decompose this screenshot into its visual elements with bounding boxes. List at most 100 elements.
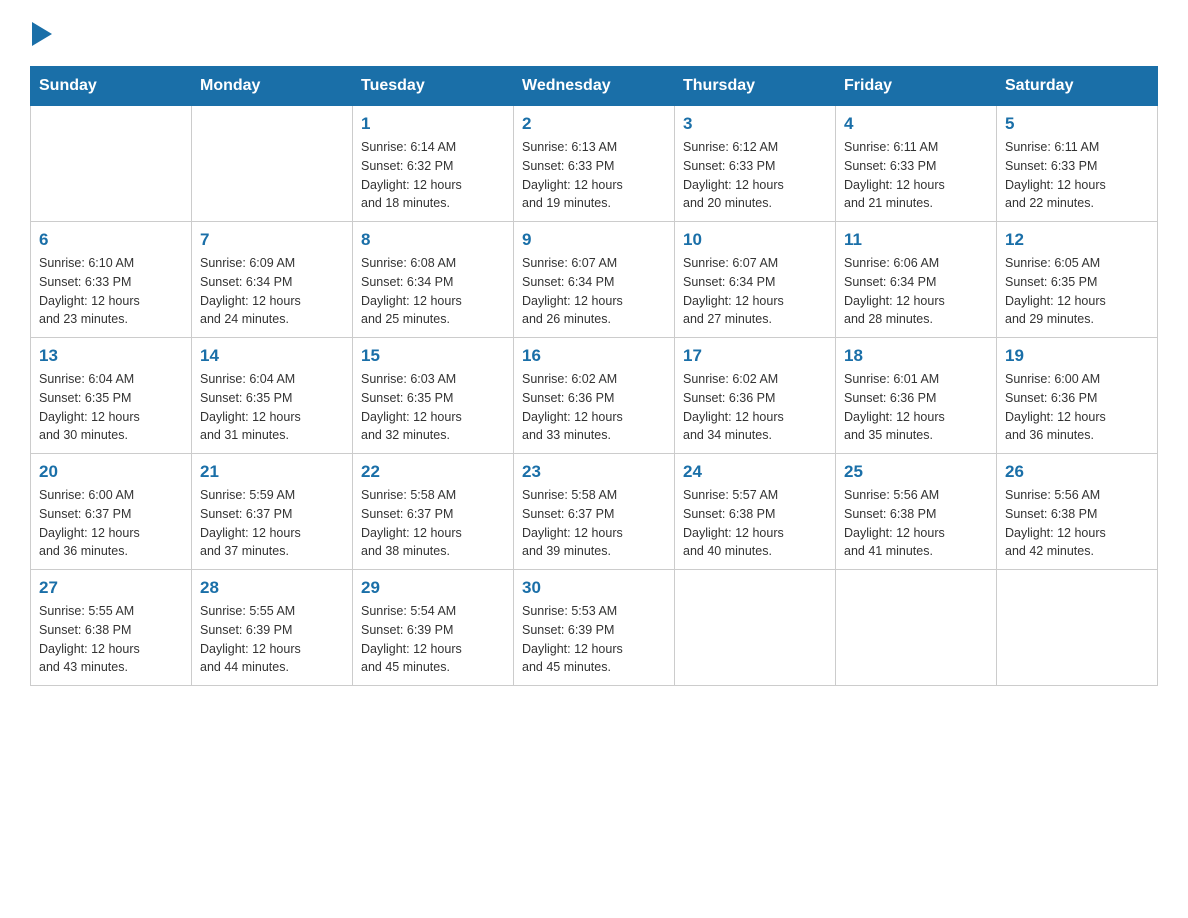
calendar-cell: 6 Sunrise: 6:10 AM Sunset: 6:33 PM Daylig… — [31, 222, 192, 338]
calendar-cell: 30 Sunrise: 5:53 AM Sunset: 6:39 PM Dayli… — [514, 570, 675, 686]
day-number: 14 — [200, 346, 344, 366]
calendar-cell: 14 Sunrise: 6:04 AM Sunset: 6:35 PM Dayli… — [192, 338, 353, 454]
logo-triangle-icon — [32, 22, 52, 46]
column-header-tuesday: Tuesday — [353, 67, 514, 106]
day-info: Sunrise: 6:06 AM Sunset: 6:34 PM Dayligh… — [844, 254, 988, 329]
calendar-week-row: 1Sunrise: 6:14 AM Sunset: 6:32 PM Daylig… — [31, 106, 1158, 222]
calendar-cell: 4 Sunrise: 6:11 AM Sunset: 6:33 PM Daylig… — [836, 106, 997, 222]
calendar-cell: 23 Sunrise: 5:58 AM Sunset: 6:37 PM Dayli… — [514, 454, 675, 570]
day-info: Sunrise: 5:59 AM Sunset: 6:37 PM Dayligh… — [200, 486, 344, 561]
calendar-week-row: 6 Sunrise: 6:10 AM Sunset: 6:33 PM Daylig… — [31, 222, 1158, 338]
day-info: Sunrise: 5:55 AM Sunset: 6:38 PM Dayligh… — [39, 602, 183, 677]
day-number: 13 — [39, 346, 183, 366]
day-info: Sunrise: 6:05 AM Sunset: 6:35 PM Dayligh… — [1005, 254, 1149, 329]
day-info: Sunrise: 6:08 AM Sunset: 6:34 PM Dayligh… — [361, 254, 505, 329]
calendar-cell: 16Sunrise: 6:02 AM Sunset: 6:36 PM Dayli… — [514, 338, 675, 454]
day-info: Sunrise: 6:02 AM Sunset: 6:36 PM Dayligh… — [683, 370, 827, 445]
day-number: 25 — [844, 462, 988, 482]
day-info: Sunrise: 6:13 AM Sunset: 6:33 PM Dayligh… — [522, 138, 666, 213]
calendar-cell: 20 Sunrise: 6:00 AM Sunset: 6:37 PM Dayli… — [31, 454, 192, 570]
calendar-cell: 18 Sunrise: 6:01 AM Sunset: 6:36 PM Dayli… — [836, 338, 997, 454]
day-number: 24 — [683, 462, 827, 482]
day-info: Sunrise: 6:01 AM Sunset: 6:36 PM Dayligh… — [844, 370, 988, 445]
day-info: Sunrise: 6:10 AM Sunset: 6:33 PM Dayligh… — [39, 254, 183, 329]
calendar-cell: 5 Sunrise: 6:11 AM Sunset: 6:33 PM Daylig… — [997, 106, 1158, 222]
day-info: Sunrise: 6:11 AM Sunset: 6:33 PM Dayligh… — [1005, 138, 1149, 213]
calendar-header-row: SundayMondayTuesdayWednesdayThursdayFrid… — [31, 67, 1158, 106]
day-number: 2 — [522, 114, 666, 134]
day-info: Sunrise: 5:56 AM Sunset: 6:38 PM Dayligh… — [844, 486, 988, 561]
calendar-cell: 26 Sunrise: 5:56 AM Sunset: 6:38 PM Dayli… — [997, 454, 1158, 570]
day-info: Sunrise: 5:58 AM Sunset: 6:37 PM Dayligh… — [522, 486, 666, 561]
day-number: 22 — [361, 462, 505, 482]
day-number: 10 — [683, 230, 827, 250]
calendar-cell: 2 Sunrise: 6:13 AM Sunset: 6:33 PM Daylig… — [514, 106, 675, 222]
day-info: Sunrise: 6:11 AM Sunset: 6:33 PM Dayligh… — [844, 138, 988, 213]
day-number: 6 — [39, 230, 183, 250]
day-info: Sunrise: 5:53 AM Sunset: 6:39 PM Dayligh… — [522, 602, 666, 677]
calendar-cell: 10 Sunrise: 6:07 AM Sunset: 6:34 PM Dayli… — [675, 222, 836, 338]
day-info: Sunrise: 6:00 AM Sunset: 6:37 PM Dayligh… — [39, 486, 183, 561]
day-info: Sunrise: 5:56 AM Sunset: 6:38 PM Dayligh… — [1005, 486, 1149, 561]
day-number: 23 — [522, 462, 666, 482]
column-header-saturday: Saturday — [997, 67, 1158, 106]
day-info: Sunrise: 6:09 AM Sunset: 6:34 PM Dayligh… — [200, 254, 344, 329]
day-number: 4 — [844, 114, 988, 134]
calendar-cell — [31, 106, 192, 222]
day-number: 20 — [39, 462, 183, 482]
calendar-cell: 12 Sunrise: 6:05 AM Sunset: 6:35 PM Dayli… — [997, 222, 1158, 338]
calendar-cell: 27 Sunrise: 5:55 AM Sunset: 6:38 PM Dayli… — [31, 570, 192, 686]
day-number: 7 — [200, 230, 344, 250]
calendar-week-row: 13 Sunrise: 6:04 AM Sunset: 6:35 PM Dayli… — [31, 338, 1158, 454]
day-info: Sunrise: 6:00 AM Sunset: 6:36 PM Dayligh… — [1005, 370, 1149, 445]
day-number: 27 — [39, 578, 183, 598]
day-number: 12 — [1005, 230, 1149, 250]
logo — [30, 20, 52, 46]
calendar-cell: 21 Sunrise: 5:59 AM Sunset: 6:37 PM Dayli… — [192, 454, 353, 570]
calendar-cell — [675, 570, 836, 686]
column-header-wednesday: Wednesday — [514, 67, 675, 106]
day-number: 21 — [200, 462, 344, 482]
day-info: Sunrise: 6:07 AM Sunset: 6:34 PM Dayligh… — [683, 254, 827, 329]
calendar-cell — [836, 570, 997, 686]
column-header-sunday: Sunday — [31, 67, 192, 106]
day-info: Sunrise: 5:54 AM Sunset: 6:39 PM Dayligh… — [361, 602, 505, 677]
calendar-cell: 25 Sunrise: 5:56 AM Sunset: 6:38 PM Dayli… — [836, 454, 997, 570]
day-number: 30 — [522, 578, 666, 598]
day-number: 28 — [200, 578, 344, 598]
calendar-cell: 9Sunrise: 6:07 AM Sunset: 6:34 PM Daylig… — [514, 222, 675, 338]
day-info: Sunrise: 6:04 AM Sunset: 6:35 PM Dayligh… — [39, 370, 183, 445]
day-number: 8 — [361, 230, 505, 250]
column-header-friday: Friday — [836, 67, 997, 106]
calendar-cell: 29 Sunrise: 5:54 AM Sunset: 6:39 PM Dayli… — [353, 570, 514, 686]
day-number: 18 — [844, 346, 988, 366]
calendar-cell: 7 Sunrise: 6:09 AM Sunset: 6:34 PM Daylig… — [192, 222, 353, 338]
calendar-cell — [192, 106, 353, 222]
calendar-cell: 19 Sunrise: 6:00 AM Sunset: 6:36 PM Dayli… — [997, 338, 1158, 454]
calendar-cell: 8 Sunrise: 6:08 AM Sunset: 6:34 PM Daylig… — [353, 222, 514, 338]
day-info: Sunrise: 6:04 AM Sunset: 6:35 PM Dayligh… — [200, 370, 344, 445]
calendar-table: SundayMondayTuesdayWednesdayThursdayFrid… — [30, 66, 1158, 686]
day-number: 16 — [522, 346, 666, 366]
day-info: Sunrise: 6:14 AM Sunset: 6:32 PM Dayligh… — [361, 138, 505, 213]
day-info: Sunrise: 6:03 AM Sunset: 6:35 PM Dayligh… — [361, 370, 505, 445]
page-header — [30, 20, 1158, 46]
calendar-week-row: 20 Sunrise: 6:00 AM Sunset: 6:37 PM Dayli… — [31, 454, 1158, 570]
day-info: Sunrise: 6:12 AM Sunset: 6:33 PM Dayligh… — [683, 138, 827, 213]
day-info: Sunrise: 5:58 AM Sunset: 6:37 PM Dayligh… — [361, 486, 505, 561]
day-number: 19 — [1005, 346, 1149, 366]
day-number: 26 — [1005, 462, 1149, 482]
calendar-cell: 15Sunrise: 6:03 AM Sunset: 6:35 PM Dayli… — [353, 338, 514, 454]
calendar-cell: 22 Sunrise: 5:58 AM Sunset: 6:37 PM Dayli… — [353, 454, 514, 570]
day-number: 11 — [844, 230, 988, 250]
calendar-cell: 13 Sunrise: 6:04 AM Sunset: 6:35 PM Dayli… — [31, 338, 192, 454]
day-info: Sunrise: 5:57 AM Sunset: 6:38 PM Dayligh… — [683, 486, 827, 561]
day-number: 5 — [1005, 114, 1149, 134]
calendar-week-row: 27 Sunrise: 5:55 AM Sunset: 6:38 PM Dayli… — [31, 570, 1158, 686]
calendar-cell: 17Sunrise: 6:02 AM Sunset: 6:36 PM Dayli… — [675, 338, 836, 454]
calendar-cell: 11 Sunrise: 6:06 AM Sunset: 6:34 PM Dayli… — [836, 222, 997, 338]
day-info: Sunrise: 5:55 AM Sunset: 6:39 PM Dayligh… — [200, 602, 344, 677]
day-number: 3 — [683, 114, 827, 134]
calendar-cell: 28 Sunrise: 5:55 AM Sunset: 6:39 PM Dayli… — [192, 570, 353, 686]
day-number: 29 — [361, 578, 505, 598]
